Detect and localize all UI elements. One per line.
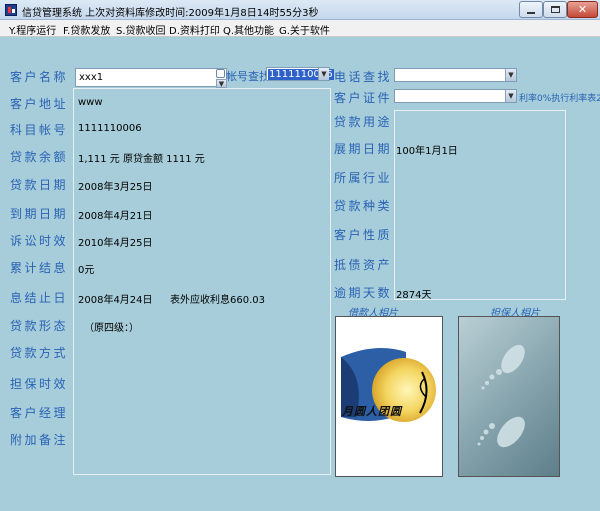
loan-balance-value: 1,111 元 原贷金额 1111 元	[78, 154, 205, 165]
due-date-label: 到期日期	[10, 207, 69, 221]
interest-end-value: 2008年4月24日	[78, 295, 153, 306]
guarantor-photo[interactable]	[458, 316, 560, 477]
menu-about-software[interactable]: G.关于软件	[279, 22, 330, 37]
menu-loan-issue[interactable]: F.贷款发放	[63, 22, 110, 37]
customer-name-check[interactable]	[216, 69, 225, 78]
loan-form-value: （原四级：）	[84, 323, 139, 334]
customer-address-value: www	[78, 97, 103, 108]
extension-date-label: 展期日期	[334, 142, 393, 156]
litigation-label: 诉讼时效	[10, 234, 69, 248]
loan-form-label: 贷款形态	[10, 319, 69, 333]
close-button[interactable]: ✕	[567, 1, 598, 18]
collateral-label: 抵债资产	[334, 258, 393, 272]
account-search-label: 帐号查找	[226, 70, 270, 83]
maximize-button[interactable]	[543, 1, 567, 18]
interest-end-label: 息结止日	[10, 291, 69, 305]
customer-id-label: 客户证件	[334, 91, 393, 105]
app-icon	[5, 4, 17, 16]
account-number-label: 科目帐号	[10, 123, 69, 137]
customer-id-dropdown[interactable]: ▼	[505, 90, 516, 102]
loan-date-value: 2008年3月25日	[78, 182, 153, 193]
minimize-button[interactable]	[519, 1, 543, 18]
loan-method-label: 贷款方式	[10, 346, 69, 360]
water-drops-artwork	[477, 344, 525, 448]
menu-program-run[interactable]: Y.程序运行	[9, 22, 56, 37]
industry-label: 所属行业	[334, 171, 393, 185]
customer-address-label: 客户地址	[10, 97, 69, 111]
chevron-down-icon: ▼	[508, 71, 514, 79]
rate-note-link[interactable]: 利率0%执行利率表2	[519, 91, 600, 104]
chevron-down-icon: ▼	[218, 79, 225, 88]
loan-date-label: 贷款日期	[10, 178, 69, 192]
accrued-interest-value: 0元	[78, 265, 95, 276]
loan-balance-label: 贷款余额	[10, 150, 69, 164]
phone-search-label: 电话查找	[334, 70, 393, 84]
menu-data-print[interactable]: D.资料打印	[169, 22, 220, 37]
customer-name-input[interactable]: xxx1	[75, 68, 227, 87]
window-title: 信贷管理系统 上次对资料库修改时间:2009年1月8日14时55分3秒	[22, 8, 319, 19]
remarks-label: 附加备注	[10, 433, 69, 447]
account-number-value: 1111110006	[78, 123, 142, 134]
title-bar: 信贷管理系统 上次对资料库修改时间:2009年1月8日14时55分3秒 ✕	[0, 0, 600, 20]
account-search-dropdown[interactable]: ▼	[318, 68, 329, 80]
borrower-photo[interactable]: 月圆人团圆	[335, 316, 443, 477]
main-panel-frame	[73, 88, 331, 475]
maximize-icon	[550, 6, 560, 13]
menu-loan-recovery[interactable]: S.贷款收回	[116, 22, 166, 37]
loan-type-label: 贷款种类	[334, 199, 393, 213]
moon-artwork	[336, 317, 442, 476]
overdue-days-label: 逾期天数	[334, 286, 393, 300]
close-icon: ✕	[577, 3, 588, 16]
manager-label: 客户经理	[10, 406, 69, 420]
litigation-value: 2010年4月25日	[78, 238, 153, 249]
loan-purpose-label: 贷款用途	[334, 115, 393, 129]
phone-search-dropdown[interactable]: ▼	[505, 69, 516, 81]
menu-bar: Y.程序运行 F.贷款发放 S.贷款收回 D.资料打印 Q.其他功能 G.关于软…	[0, 20, 600, 37]
moon-artwork-text: 月圆人团圆	[342, 405, 402, 418]
account-search-combo[interactable]: 1111110006 ▼	[266, 67, 334, 81]
overdue-days-value: 2874天	[396, 290, 432, 301]
customer-nature-label: 客户性质	[334, 228, 393, 242]
chevron-down-icon: ▼	[508, 92, 514, 100]
due-date-value: 2008年4月21日	[78, 211, 153, 222]
phone-search-combo[interactable]: ▼	[394, 68, 517, 82]
chevron-down-icon: ▼	[321, 70, 327, 78]
extension-date-value: 100年1月1日	[396, 146, 458, 157]
off-balance-interest: 表外应收利息660.03	[170, 295, 265, 306]
right-info-frame	[394, 110, 566, 300]
menu-other-functions[interactable]: Q.其他功能	[223, 22, 274, 37]
guarantee-label: 担保时效	[10, 377, 69, 391]
customer-name-label: 客户名称	[10, 70, 69, 84]
minimize-icon	[527, 11, 535, 14]
accrued-interest-label: 累计结息	[10, 261, 69, 275]
customer-id-combo[interactable]: ▼	[394, 89, 517, 103]
